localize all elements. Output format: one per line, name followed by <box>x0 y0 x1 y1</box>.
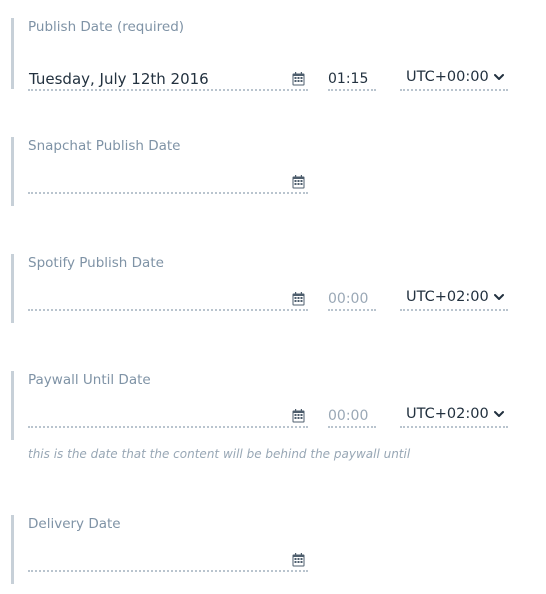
publish-date-field[interactable]: Tuesday, July 12th 2016 <box>28 69 308 91</box>
calendar-icon[interactable] <box>292 175 305 189</box>
chevron-down-icon <box>494 411 504 417</box>
delivery-date-section: Delivery Date <box>11 515 531 584</box>
paywall-until-time-field[interactable]: 00:00 <box>328 406 376 428</box>
paywall-until-date-label: Paywall Until Date <box>28 372 151 388</box>
spotify-publish-date-section: Spotify Publish Date 00:00 UTC+02:00 <box>11 254 531 323</box>
paywall-until-date-field[interactable] <box>28 406 308 428</box>
paywall-help-text: this is the date that the content will b… <box>28 447 411 461</box>
paywall-timezone-value: UTC+02:00 <box>406 406 489 422</box>
calendar-icon[interactable] <box>292 292 305 306</box>
snapchat-publish-date-field[interactable] <box>28 172 308 194</box>
chevron-down-icon <box>494 294 504 300</box>
spotify-publish-date-label: Spotify Publish Date <box>28 255 164 271</box>
spotify-timezone-value: UTC+02:00 <box>406 289 489 305</box>
publish-timezone-value: UTC+00:00 <box>406 69 489 85</box>
spotify-publish-date-field[interactable] <box>28 289 308 311</box>
spotify-publish-time-field[interactable]: 00:00 <box>328 289 376 311</box>
publish-date-value: Tuesday, July 12th 2016 <box>29 70 209 88</box>
calendar-icon[interactable] <box>292 553 305 567</box>
publish-date-section: Publish Date (required) Tuesday, July 12… <box>11 18 531 91</box>
chevron-down-icon <box>494 74 504 80</box>
snapchat-publish-date-label: Snapchat Publish Date <box>28 138 181 154</box>
calendar-icon[interactable] <box>292 409 305 423</box>
publish-time-field[interactable]: 01:15 <box>328 69 376 91</box>
publish-timezone-select[interactable]: UTC+00:00 <box>400 69 508 91</box>
spotify-timezone-select[interactable]: UTC+02:00 <box>400 289 508 311</box>
publish-date-label: Publish Date (required) <box>28 19 185 35</box>
delivery-date-label: Delivery Date <box>28 516 121 532</box>
spotify-publish-time-placeholder: 00:00 <box>328 291 369 307</box>
calendar-icon[interactable] <box>292 72 305 86</box>
snapchat-publish-date-section: Snapchat Publish Date <box>11 137 531 206</box>
paywall-until-time-placeholder: 00:00 <box>328 408 369 424</box>
paywall-timezone-select[interactable]: UTC+02:00 <box>400 406 508 428</box>
delivery-date-field[interactable] <box>28 550 308 572</box>
paywall-until-date-section: Paywall Until Date 00:00 UTC+02:00 this … <box>11 371 531 461</box>
publish-time-value: 01:15 <box>328 71 369 87</box>
